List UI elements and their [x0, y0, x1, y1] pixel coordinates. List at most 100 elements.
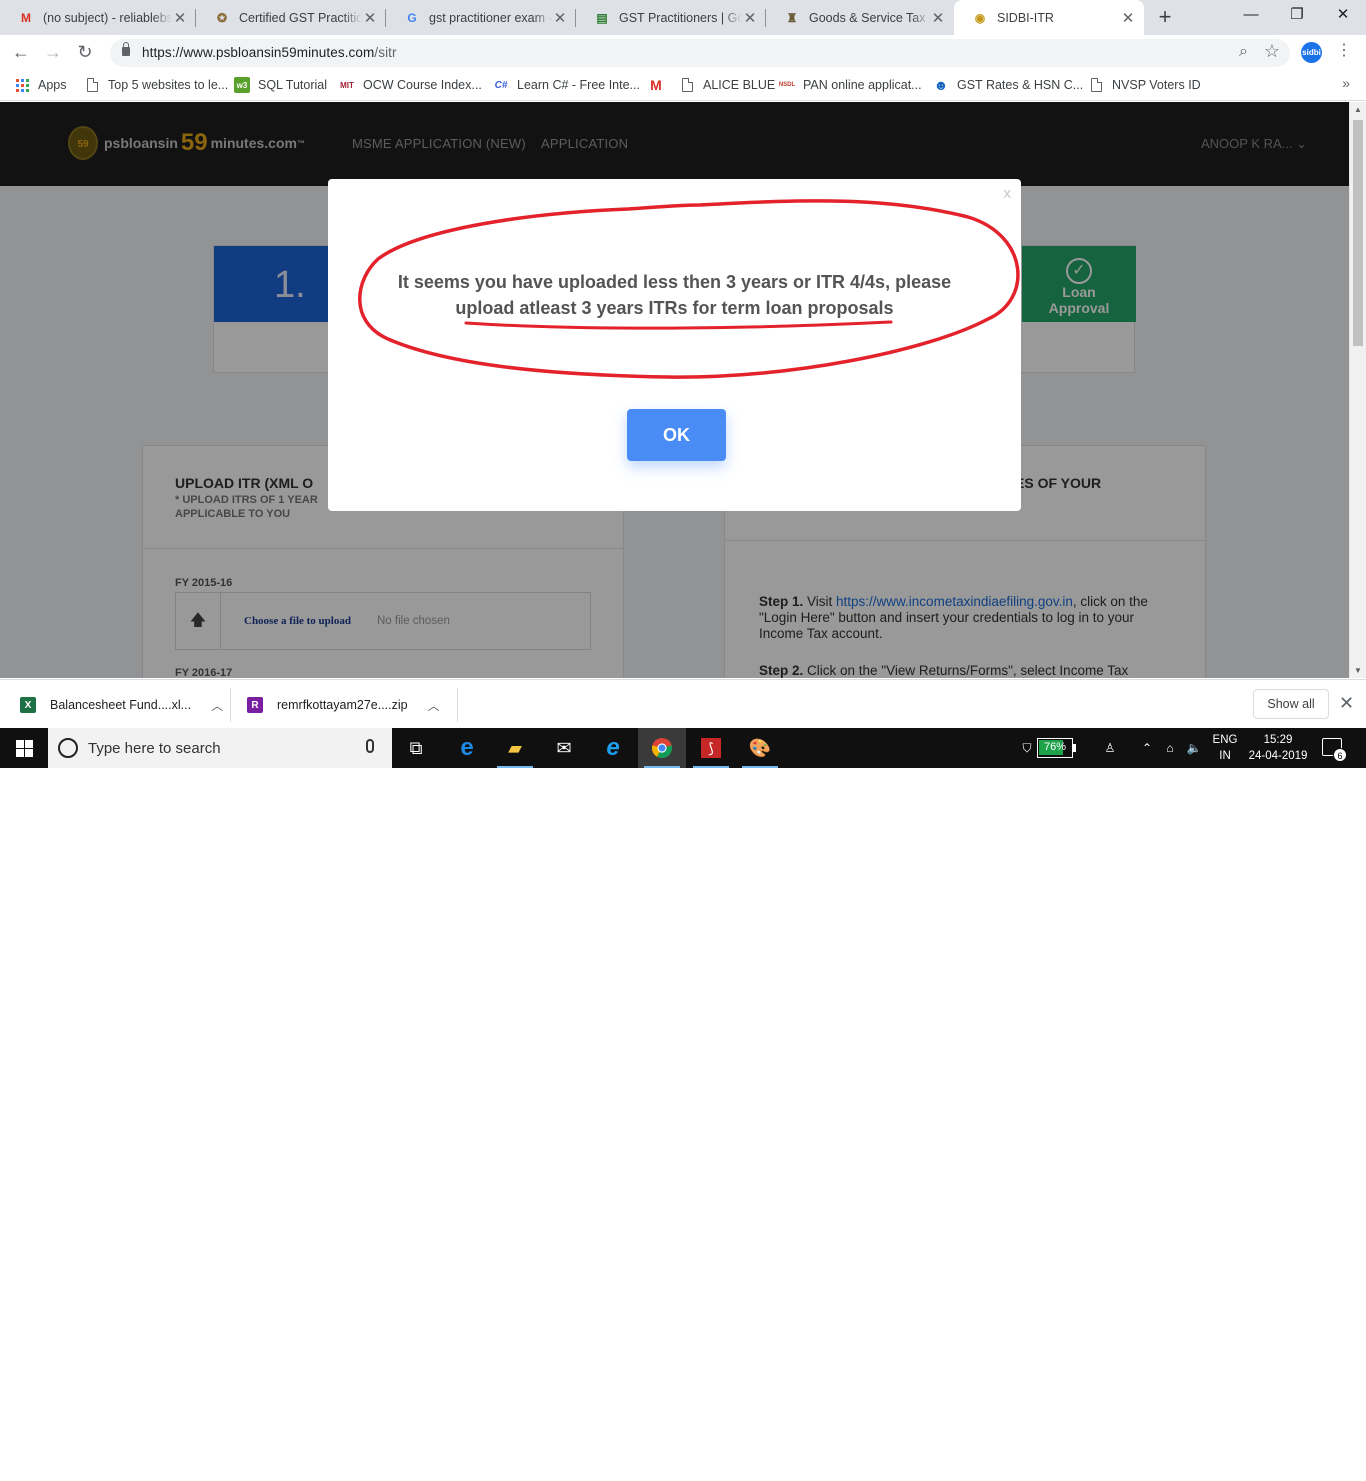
sql-icon: w3 — [234, 77, 250, 93]
tab-certified-gst[interactable]: ✪ Certified GST Practition ✕ — [196, 0, 386, 35]
download-filename: Balancesheet Fund....xl... — [50, 698, 192, 712]
page-scrollbar[interactable]: ▲ ▼ — [1349, 102, 1366, 678]
ok-button[interactable]: OK — [627, 409, 726, 461]
internet-explorer-icon[interactable]: e — [589, 728, 637, 768]
tab-gst-practitioners[interactable]: ▤ GST Practitioners | Goo ✕ — [576, 0, 766, 35]
back-arrow-icon[interactable]: ← — [8, 39, 34, 65]
windows-start-icon[interactable] — [0, 728, 48, 768]
page-viewport: 59 psbloansin 59 minutes.com ™ MSME APPL… — [0, 102, 1349, 678]
download-separator — [230, 688, 231, 722]
bookmark-pan-online[interactable]: NSDL PAN online applicat... — [779, 76, 922, 94]
more-menu-icon[interactable]: ⋮ — [1336, 43, 1352, 59]
apps-grid-icon — [14, 77, 30, 93]
annotation-underline-stroke — [464, 320, 893, 330]
download-separator — [457, 688, 458, 722]
battery-icon[interactable]: 76% — [1037, 738, 1073, 758]
csharp-icon: C# — [494, 79, 508, 91]
search-placeholder: Type here to search — [88, 740, 221, 757]
forward-arrow-icon[interactable]: → — [40, 39, 66, 65]
url-text[interactable]: https://www.psbloansin59minutes.com/sitr — [142, 45, 397, 60]
language-code: ENG — [1212, 734, 1238, 746]
chrome-icon[interactable] — [638, 728, 686, 768]
bookmark-apps[interactable]: Apps — [14, 76, 67, 94]
language-indicator[interactable]: ENG IN — [1210, 732, 1240, 764]
bookmark-gst-rates[interactable]: ☻ GST Rates & HSN C... — [933, 76, 1084, 94]
bookmark-label: PAN online applicat... — [803, 78, 922, 92]
mit-icon: MIT — [340, 80, 354, 90]
more-bookmarks-icon[interactable]: » — [1342, 75, 1350, 91]
close-tab-icon[interactable]: ✕ — [1120, 9, 1136, 27]
sidbi-icon: ◉ — [974, 10, 986, 25]
url-host: https://www.psbloansin59minutes.com — [142, 45, 375, 60]
tab-strip: M (no subject) - reliablebs ✕ ✪ Certifie… — [0, 0, 1366, 35]
chevron-up-icon[interactable]: ︿ — [428, 697, 440, 714]
page-icon — [679, 77, 695, 93]
tab-title: Certified GST Practition — [239, 10, 362, 25]
tab-goods-service-tax[interactable]: ♜ Goods & Service Tax (G ✕ — [766, 0, 954, 35]
downloads-bar: X Balancesheet Fund....xl... ︿ R remrfko… — [0, 679, 1366, 728]
lock-icon[interactable] — [122, 42, 130, 56]
mail-icon[interactable]: ✉ — [540, 728, 588, 768]
show-all-downloads-button[interactable]: Show all — [1253, 689, 1329, 719]
people-icon[interactable]: ♙ — [1100, 728, 1120, 768]
bookmark-top5-websites[interactable]: Top 5 websites to le... — [84, 76, 228, 94]
new-tab-button[interactable]: + — [1153, 4, 1177, 30]
tab-sidbi-itr[interactable]: ◉ SIDBI-ITR ✕ — [954, 0, 1144, 35]
edge-icon[interactable]: e — [443, 728, 491, 768]
bookmark-learn-csharp[interactable]: C# Learn C# - Free Inte... — [493, 76, 640, 94]
address-bar[interactable]: https://www.psbloansin59minutes.com/sitr… — [110, 39, 1290, 67]
network-icon[interactable]: ⌂ — [1160, 728, 1180, 768]
chevron-up-icon[interactable]: ⌃ — [1138, 728, 1156, 768]
gmail-icon: M — [650, 77, 662, 93]
taskbar-search-box[interactable]: Type here to search — [48, 728, 392, 768]
task-view-icon[interactable]: ⧉ — [392, 728, 440, 768]
taskbar-clock[interactable]: 15:29 24-04-2019 — [1246, 732, 1310, 764]
minimize-button[interactable]: — — [1228, 0, 1274, 32]
scrollbar-thumb[interactable] — [1353, 120, 1363, 346]
close-window-button[interactable]: ✕ — [1320, 0, 1366, 32]
file-explorer-icon[interactable]: ▰ — [491, 728, 539, 768]
close-tab-icon[interactable]: ✕ — [172, 9, 188, 27]
tab-title: gst practitioner exam - — [429, 10, 552, 25]
bookmark-gmail[interactable]: M — [648, 76, 672, 94]
zoom-icon[interactable]: ⌕ — [1239, 43, 1248, 61]
volume-icon[interactable]: 🔈 — [1184, 728, 1204, 768]
close-tab-icon[interactable]: ✕ — [930, 9, 946, 27]
tab-title: Goods & Service Tax (G — [809, 10, 930, 25]
close-tab-icon[interactable]: ✕ — [742, 9, 758, 27]
gmail-icon: M — [21, 10, 31, 25]
bookmark-ocw-course[interactable]: MIT OCW Course Index... — [339, 76, 482, 94]
tab-gmail[interactable]: M (no subject) - reliablebs ✕ — [0, 0, 196, 35]
close-tab-icon[interactable]: ✕ — [362, 9, 378, 27]
bookmark-nvsp[interactable]: NVSP Voters ID — [1088, 76, 1201, 94]
tab-title: (no subject) - reliablebs — [43, 10, 172, 25]
tab-google-search[interactable]: G gst practitioner exam - ✕ — [386, 0, 576, 35]
bookmark-label: Apps — [38, 78, 67, 92]
bookmark-star-icon[interactable]: ☆ — [1264, 41, 1280, 62]
acrobat-icon[interactable]: ⟆ — [687, 728, 735, 768]
chevron-up-icon[interactable]: ︿ — [211, 697, 223, 714]
scroll-down-arrow-icon[interactable]: ▼ — [1354, 666, 1362, 675]
restore-button[interactable]: ❐ — [1274, 0, 1320, 32]
close-downloads-icon[interactable]: ✕ — [1339, 693, 1354, 714]
battery-tip — [1073, 744, 1076, 752]
bookmark-sql-tutorial[interactable]: w3 SQL Tutorial — [234, 76, 327, 94]
download-item[interactable]: R remrfkottayam27e....zip ︿ — [247, 688, 440, 722]
bookmark-alice-blue[interactable]: ALICE BLUE — [679, 76, 775, 94]
page-icon — [84, 77, 100, 93]
google-icon: G — [407, 10, 417, 25]
emblem-icon: ♜ — [786, 10, 798, 25]
microphone-icon[interactable] — [366, 739, 374, 753]
download-item[interactable]: X Balancesheet Fund....xl... ︿ — [20, 688, 223, 722]
tab-title: SIDBI-ITR — [997, 10, 1054, 25]
notification-count: 6 — [1333, 748, 1347, 762]
paint-icon[interactable]: 🎨 — [736, 728, 784, 768]
modal-close-button[interactable]: x — [1004, 185, 1012, 202]
close-tab-icon[interactable]: ✕ — [552, 9, 568, 27]
sidbi-extension-icon[interactable]: sidbi — [1301, 42, 1322, 63]
scroll-up-arrow-icon[interactable]: ▲ — [1354, 105, 1362, 114]
reload-icon[interactable]: ↻ — [72, 39, 98, 65]
defender-icon[interactable]: ⛉ — [1019, 728, 1035, 768]
region-code: IN — [1219, 750, 1231, 762]
tab-title: GST Practitioners | Goo — [619, 10, 742, 25]
